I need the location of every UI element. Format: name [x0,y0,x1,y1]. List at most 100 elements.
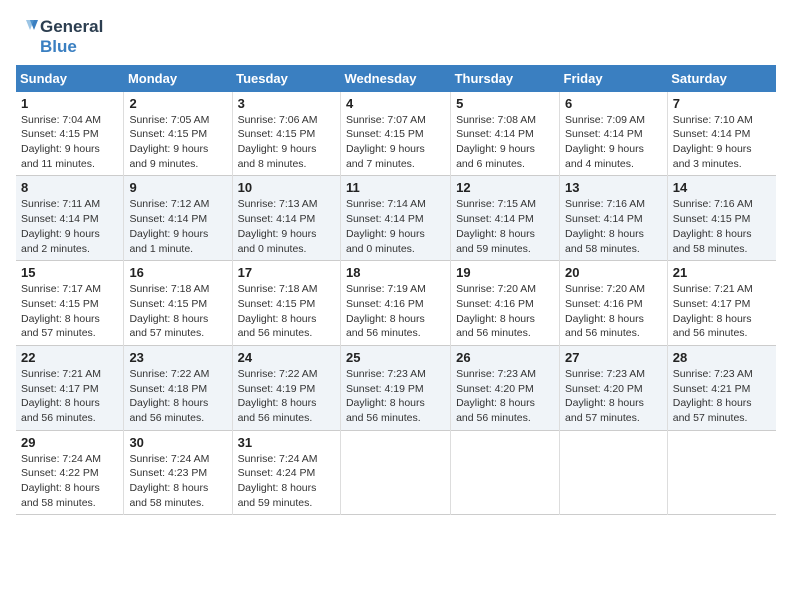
day-cell: 31 Sunrise: 7:24 AM Sunset: 4:24 PM Dayl… [232,430,340,515]
day-info: Sunrise: 7:24 AM Sunset: 4:22 PM Dayligh… [21,453,101,509]
day-info: Sunrise: 7:22 AM Sunset: 4:18 PM Dayligh… [129,368,209,424]
col-header-saturday: Saturday [667,65,776,92]
day-cell: 26 Sunrise: 7:23 AM Sunset: 4:20 PM Dayl… [451,345,560,430]
calendar-table: SundayMondayTuesdayWednesdayThursdayFrid… [16,65,776,516]
day-cell: 11 Sunrise: 7:14 AM Sunset: 4:14 PM Dayl… [340,176,450,261]
day-cell: 6 Sunrise: 7:09 AM Sunset: 4:14 PM Dayli… [560,92,668,176]
day-cell: 13 Sunrise: 7:16 AM Sunset: 4:14 PM Dayl… [560,176,668,261]
week-row-5: 29 Sunrise: 7:24 AM Sunset: 4:22 PM Dayl… [16,430,776,515]
day-number: 11 [346,180,445,195]
day-cell [667,430,776,515]
day-cell: 4 Sunrise: 7:07 AM Sunset: 4:15 PM Dayli… [340,92,450,176]
day-info: Sunrise: 7:23 AM Sunset: 4:21 PM Dayligh… [673,368,753,424]
day-info: Sunrise: 7:20 AM Sunset: 4:16 PM Dayligh… [565,283,645,339]
day-cell: 15 Sunrise: 7:17 AM Sunset: 4:15 PM Dayl… [16,261,124,346]
day-cell: 27 Sunrise: 7:23 AM Sunset: 4:20 PM Dayl… [560,345,668,430]
day-info: Sunrise: 7:15 AM Sunset: 4:14 PM Dayligh… [456,198,536,254]
day-number: 23 [129,350,226,365]
week-row-1: 1 Sunrise: 7:04 AM Sunset: 4:15 PM Dayli… [16,92,776,176]
day-info: Sunrise: 7:18 AM Sunset: 4:15 PM Dayligh… [129,283,209,339]
day-number: 22 [21,350,118,365]
header-row: SundayMondayTuesdayWednesdayThursdayFrid… [16,65,776,92]
day-info: Sunrise: 7:10 AM Sunset: 4:14 PM Dayligh… [673,114,753,170]
day-info: Sunrise: 7:16 AM Sunset: 4:14 PM Dayligh… [565,198,645,254]
day-info: Sunrise: 7:20 AM Sunset: 4:16 PM Dayligh… [456,283,536,339]
day-number: 5 [456,96,554,111]
day-number: 28 [673,350,771,365]
day-cell: 9 Sunrise: 7:12 AM Sunset: 4:14 PM Dayli… [124,176,232,261]
day-cell: 23 Sunrise: 7:22 AM Sunset: 4:18 PM Dayl… [124,345,232,430]
day-cell: 8 Sunrise: 7:11 AM Sunset: 4:14 PM Dayli… [16,176,124,261]
day-cell: 5 Sunrise: 7:08 AM Sunset: 4:14 PM Dayli… [451,92,560,176]
day-info: Sunrise: 7:21 AM Sunset: 4:17 PM Dayligh… [21,368,101,424]
week-row-4: 22 Sunrise: 7:21 AM Sunset: 4:17 PM Dayl… [16,345,776,430]
day-info: Sunrise: 7:24 AM Sunset: 4:23 PM Dayligh… [129,453,209,509]
day-cell: 12 Sunrise: 7:15 AM Sunset: 4:14 PM Dayl… [451,176,560,261]
day-number: 30 [129,435,226,450]
day-info: Sunrise: 7:14 AM Sunset: 4:14 PM Dayligh… [346,198,426,254]
day-cell [560,430,668,515]
header: General Blue [16,16,776,57]
day-number: 10 [238,180,335,195]
day-number: 27 [565,350,662,365]
day-number: 15 [21,265,118,280]
day-number: 21 [673,265,771,280]
logo: General Blue [16,16,103,57]
day-info: Sunrise: 7:21 AM Sunset: 4:17 PM Dayligh… [673,283,753,339]
day-number: 31 [238,435,335,450]
logo-text-general: General [40,18,103,37]
week-row-3: 15 Sunrise: 7:17 AM Sunset: 4:15 PM Dayl… [16,261,776,346]
day-cell: 2 Sunrise: 7:05 AM Sunset: 4:15 PM Dayli… [124,92,232,176]
day-cell [451,430,560,515]
day-number: 24 [238,350,335,365]
col-header-tuesday: Tuesday [232,65,340,92]
day-info: Sunrise: 7:22 AM Sunset: 4:19 PM Dayligh… [238,368,318,424]
day-cell: 20 Sunrise: 7:20 AM Sunset: 4:16 PM Dayl… [560,261,668,346]
day-cell [340,430,450,515]
day-number: 16 [129,265,226,280]
day-cell: 29 Sunrise: 7:24 AM Sunset: 4:22 PM Dayl… [16,430,124,515]
day-number: 26 [456,350,554,365]
day-cell: 14 Sunrise: 7:16 AM Sunset: 4:15 PM Dayl… [667,176,776,261]
day-info: Sunrise: 7:13 AM Sunset: 4:14 PM Dayligh… [238,198,318,254]
day-number: 3 [238,96,335,111]
day-info: Sunrise: 7:08 AM Sunset: 4:14 PM Dayligh… [456,114,536,170]
logo-text-blue: Blue [40,38,77,57]
logo-bird-icon [16,16,38,38]
day-cell: 19 Sunrise: 7:20 AM Sunset: 4:16 PM Dayl… [451,261,560,346]
day-number: 17 [238,265,335,280]
day-number: 13 [565,180,662,195]
col-header-friday: Friday [560,65,668,92]
day-number: 8 [21,180,118,195]
day-info: Sunrise: 7:11 AM Sunset: 4:14 PM Dayligh… [21,198,100,254]
col-header-wednesday: Wednesday [340,65,450,92]
day-cell: 22 Sunrise: 7:21 AM Sunset: 4:17 PM Dayl… [16,345,124,430]
day-cell: 28 Sunrise: 7:23 AM Sunset: 4:21 PM Dayl… [667,345,776,430]
day-cell: 10 Sunrise: 7:13 AM Sunset: 4:14 PM Dayl… [232,176,340,261]
day-number: 25 [346,350,445,365]
day-info: Sunrise: 7:12 AM Sunset: 4:14 PM Dayligh… [129,198,209,254]
day-cell: 30 Sunrise: 7:24 AM Sunset: 4:23 PM Dayl… [124,430,232,515]
col-header-sunday: Sunday [16,65,124,92]
day-info: Sunrise: 7:09 AM Sunset: 4:14 PM Dayligh… [565,114,645,170]
day-number: 12 [456,180,554,195]
day-info: Sunrise: 7:07 AM Sunset: 4:15 PM Dayligh… [346,114,426,170]
day-info: Sunrise: 7:24 AM Sunset: 4:24 PM Dayligh… [238,453,318,509]
day-cell: 18 Sunrise: 7:19 AM Sunset: 4:16 PM Dayl… [340,261,450,346]
col-header-thursday: Thursday [451,65,560,92]
day-info: Sunrise: 7:05 AM Sunset: 4:15 PM Dayligh… [129,114,209,170]
day-number: 1 [21,96,118,111]
day-info: Sunrise: 7:23 AM Sunset: 4:20 PM Dayligh… [456,368,536,424]
day-number: 7 [673,96,771,111]
week-row-2: 8 Sunrise: 7:11 AM Sunset: 4:14 PM Dayli… [16,176,776,261]
day-info: Sunrise: 7:04 AM Sunset: 4:15 PM Dayligh… [21,114,101,170]
day-number: 18 [346,265,445,280]
day-number: 9 [129,180,226,195]
day-cell: 3 Sunrise: 7:06 AM Sunset: 4:15 PM Dayli… [232,92,340,176]
day-cell: 25 Sunrise: 7:23 AM Sunset: 4:19 PM Dayl… [340,345,450,430]
day-number: 20 [565,265,662,280]
day-info: Sunrise: 7:16 AM Sunset: 4:15 PM Dayligh… [673,198,753,254]
day-info: Sunrise: 7:18 AM Sunset: 4:15 PM Dayligh… [238,283,318,339]
col-header-monday: Monday [124,65,232,92]
day-cell: 21 Sunrise: 7:21 AM Sunset: 4:17 PM Dayl… [667,261,776,346]
